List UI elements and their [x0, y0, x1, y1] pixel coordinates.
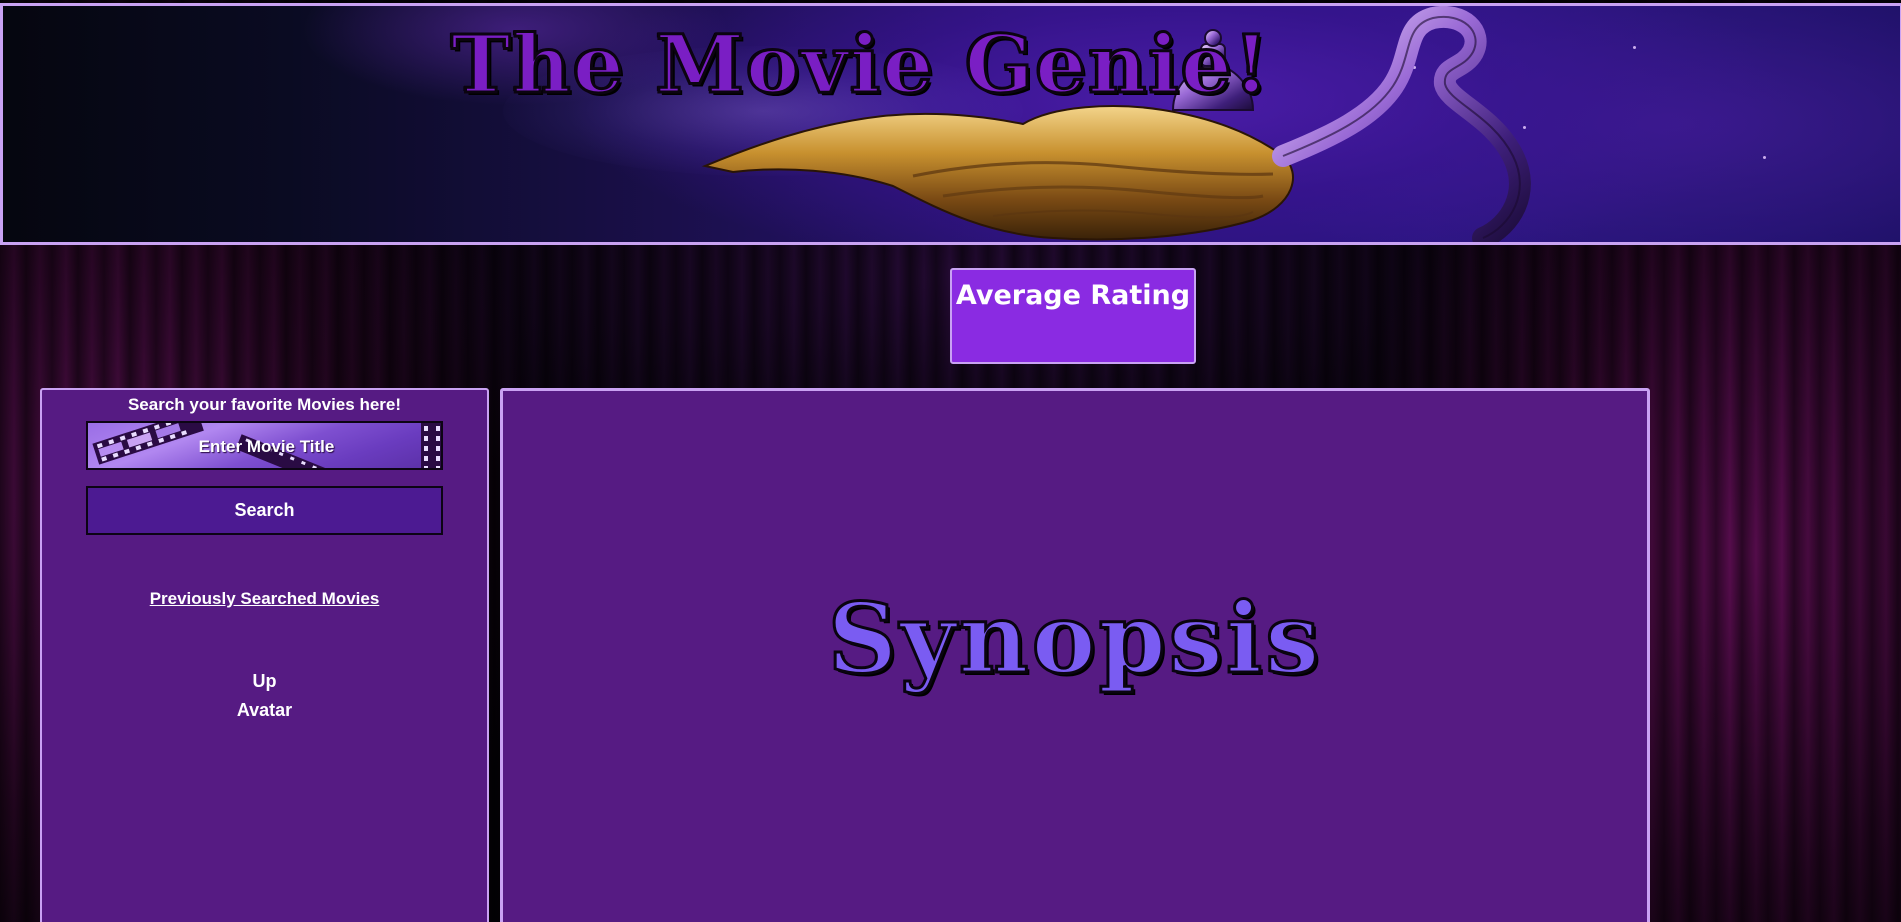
site-title: The Movie Genie! — [450, 17, 1271, 111]
search-panel: Search your favorite Movies here! Enter … — [40, 388, 489, 922]
search-button[interactable]: Search — [86, 486, 443, 535]
search-heading: Search your favorite Movies here! — [127, 395, 402, 414]
average-rating-title: Average Rating — [955, 280, 1191, 311]
search-input-container — [86, 421, 443, 470]
synopsis-panel: Synopsis — [500, 388, 1650, 922]
movie-title-input[interactable] — [88, 423, 441, 468]
sparkle-decoration — [1763, 156, 1766, 159]
previously-searched-heading: Previously Searched Movies — [149, 589, 380, 608]
search-history-list: Up Avatar — [42, 667, 487, 725]
average-rating-box: Average Rating — [950, 268, 1196, 364]
history-item-up[interactable]: Up — [42, 667, 487, 696]
sparkle-decoration — [1633, 46, 1636, 49]
history-item-avatar[interactable]: Avatar — [42, 696, 487, 725]
header-banner: The Movie Genie! — [0, 3, 1901, 245]
synopsis-title: Synopsis — [826, 582, 1323, 695]
